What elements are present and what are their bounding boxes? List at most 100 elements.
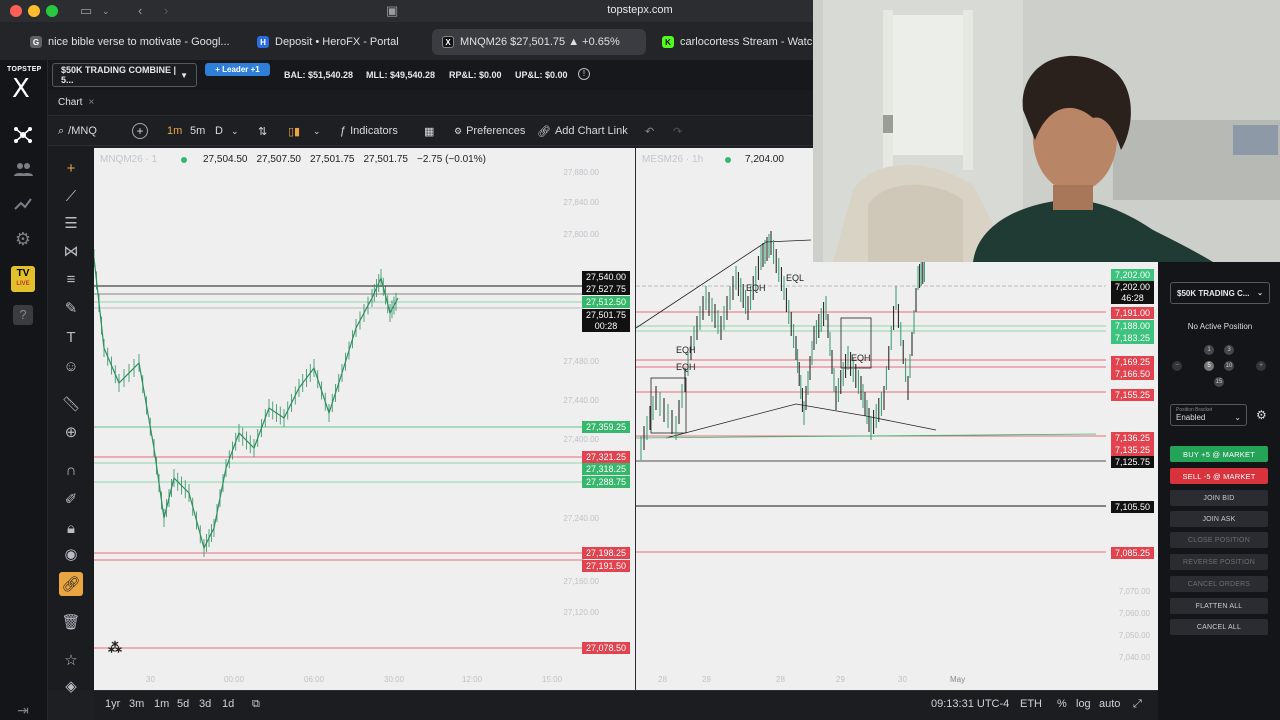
decrease-qty-icon[interactable]: −: [1172, 361, 1182, 371]
horizontal-lines-icon[interactable]: ☰: [59, 211, 83, 235]
ruler-icon[interactable]: 📏︎: [59, 392, 83, 416]
symbol-search[interactable]: ⌕ /MNQ: [58, 122, 97, 140]
timeframe-d[interactable]: D: [215, 122, 223, 140]
settings-gear-icon[interactable]: ⚙: [10, 226, 36, 252]
add-chart-link-button[interactable]: 🔗︎ Add Chart Link: [537, 122, 628, 140]
range-1d[interactable]: 1d: [222, 698, 234, 710]
trend-line-icon[interactable]: ⟋: [59, 184, 83, 208]
timeframe-1m[interactable]: 1m: [167, 122, 182, 140]
candlestick-icon[interactable]: ▯▮: [288, 122, 300, 140]
chevron-down-icon[interactable]: ⌄: [102, 6, 110, 17]
browser-tab-herofx[interactable]: H Deposit • HeroFX - Portal: [247, 29, 427, 55]
close-position-button[interactable]: CLOSE POSITION: [1170, 532, 1268, 548]
lock-drawing-icon[interactable]: ✐: [59, 487, 83, 511]
preferences-button[interactable]: ⚙ Preferences: [454, 122, 525, 140]
session-toggle[interactable]: ETH: [1020, 698, 1042, 710]
trash-icon[interactable]: 🗑︎: [59, 610, 83, 634]
google-icon: G: [30, 36, 42, 48]
magnet-icon[interactable]: ∩: [59, 458, 83, 482]
ohlc-low: 27,501.75: [310, 154, 355, 165]
zoom-in-icon[interactable]: ⊕: [59, 420, 83, 444]
network-icon[interactable]: [10, 122, 36, 148]
text-icon[interactable]: T: [59, 325, 83, 349]
flatten-all-button[interactable]: FLATTEN ALL: [1170, 598, 1268, 614]
qty-option[interactable]: 3: [1224, 345, 1234, 355]
close-window-button[interactable]: [10, 5, 22, 17]
order-account-selector[interactable]: $50K TRADING C... ⌄: [1170, 282, 1270, 304]
emoji-icon[interactable]: ☺: [59, 354, 83, 378]
join-bid-button[interactable]: JOIN BID: [1170, 490, 1268, 506]
link-drawing-icon[interactable]: 🔗︎: [59, 572, 83, 596]
qty-option[interactable]: 15: [1214, 377, 1224, 387]
chart-tools-icon[interactable]: [10, 190, 36, 216]
range-3d[interactable]: 3d: [199, 698, 211, 710]
maximize-window-button[interactable]: [46, 5, 58, 17]
cancel-orders-button[interactable]: CANCEL ORDERS: [1170, 576, 1268, 592]
buy-market-button[interactable]: BUY +5 @ MARKET: [1170, 446, 1268, 462]
browser-tab-google[interactable]: G nice bible verse to motivate - Googl..…: [20, 29, 235, 55]
webcam-overlay: [813, 0, 1280, 262]
forward-icon[interactable]: ›: [164, 3, 168, 18]
price-label: 27,359.25: [582, 421, 630, 433]
fib-icon[interactable]: ≡: [59, 267, 83, 291]
chart-type-dropdown-icon[interactable]: ⌄: [313, 122, 321, 140]
layout-grid-icon[interactable]: ▦: [424, 122, 434, 140]
fullscreen-icon[interactable]: ⤢: [1133, 698, 1142, 711]
ohlc-close: 27,501.75: [363, 154, 409, 165]
qty-option[interactable]: 1: [1204, 345, 1214, 355]
lock-icon[interactable]: 🔒︎: [59, 516, 83, 540]
range-3m[interactable]: 3m: [129, 698, 144, 710]
browser-tab-topstepx[interactable]: X MNQM26 $27,501.75 ▲ +0.65%: [432, 29, 646, 55]
qty-option[interactable]: 10: [1224, 361, 1234, 371]
timeframe-5m[interactable]: 5m: [190, 122, 205, 140]
tv-live-icon[interactable]: TV LIVE: [11, 266, 35, 292]
redo-icon[interactable]: ↷: [673, 122, 682, 140]
undo-icon[interactable]: ↶: [645, 122, 654, 140]
close-icon[interactable]: ×: [88, 97, 94, 108]
minimize-window-button[interactable]: [28, 5, 40, 17]
percent-toggle[interactable]: %: [1057, 698, 1067, 710]
logout-icon[interactable]: ⇥: [10, 700, 36, 720]
tab-chart[interactable]: Chart ×: [58, 97, 94, 108]
range-1yr[interactable]: 1yr: [105, 698, 120, 710]
browser-tab-kick[interactable]: K carlocortess Stream - Watch L: [652, 29, 813, 55]
url-field[interactable]: topstepx.com: [560, 4, 720, 16]
increase-qty-icon[interactable]: +: [1256, 361, 1266, 371]
crosshair-icon[interactable]: +: [59, 156, 83, 180]
pane-divider[interactable]: [635, 148, 636, 690]
layers-icon[interactable]: ◈: [59, 677, 83, 695]
tab-overview-icon[interactable]: ▣: [386, 3, 398, 19]
bracket-selector[interactable]: Position Bracket Enabled ⌄: [1170, 404, 1247, 426]
clock-readout[interactable]: 09:13:31 UTC-4: [931, 698, 1009, 710]
sidebar-icon[interactable]: ▭: [80, 3, 92, 19]
timeframe-dropdown-icon[interactable]: ⌄: [231, 122, 239, 140]
pattern-icon[interactable]: ⋈: [59, 239, 83, 263]
range-1m[interactable]: 1m: [154, 698, 169, 710]
mnq-price-chart[interactable]: 27,880.00 27,840.00 27,800.00 27,480.00 27,4…: [94, 148, 635, 690]
compare-icon[interactable]: ⇅: [258, 122, 267, 140]
sell-market-button[interactable]: SELL -5 @ MARKET: [1170, 468, 1268, 484]
log-toggle[interactable]: log: [1076, 698, 1091, 710]
add-symbol-icon[interactable]: +: [132, 123, 148, 139]
qty-option-selected[interactable]: 5: [1204, 361, 1214, 371]
cancel-all-button[interactable]: CANCEL ALL: [1170, 619, 1268, 635]
reverse-position-button[interactable]: REVERSE POSITION: [1170, 554, 1268, 570]
brand-logo[interactable]: X: [12, 74, 30, 104]
chart-pane-mnq[interactable]: 27,880.00 27,840.00 27,800.00 27,480.00 27,4…: [94, 148, 635, 690]
brush-icon[interactable]: ✎: [59, 296, 83, 320]
range-5d[interactable]: 5d: [177, 698, 189, 710]
price-label: 27,512.50: [582, 296, 630, 308]
help-icon[interactable]: ?: [10, 302, 36, 328]
account-selector[interactable]: $50K TRADING COMBINE | 5... ▼: [52, 63, 197, 87]
auto-toggle[interactable]: auto: [1099, 698, 1120, 710]
order-settings-gear-icon[interactable]: ⚙: [1256, 408, 1267, 422]
join-ask-button[interactable]: JOIN ASK: [1170, 511, 1268, 527]
users-icon[interactable]: [10, 156, 36, 182]
back-icon[interactable]: ‹: [138, 3, 142, 18]
favorite-star-icon[interactable]: ☆: [59, 648, 83, 672]
go-to-date-icon[interactable]: ⧉: [252, 698, 260, 711]
eye-icon[interactable]: ◉: [59, 542, 83, 566]
indicators-button[interactable]: ƒ Indicators: [340, 122, 398, 140]
info-icon[interactable]: !: [578, 68, 590, 80]
leader-badge[interactable]: + Leader +1: [205, 63, 270, 76]
